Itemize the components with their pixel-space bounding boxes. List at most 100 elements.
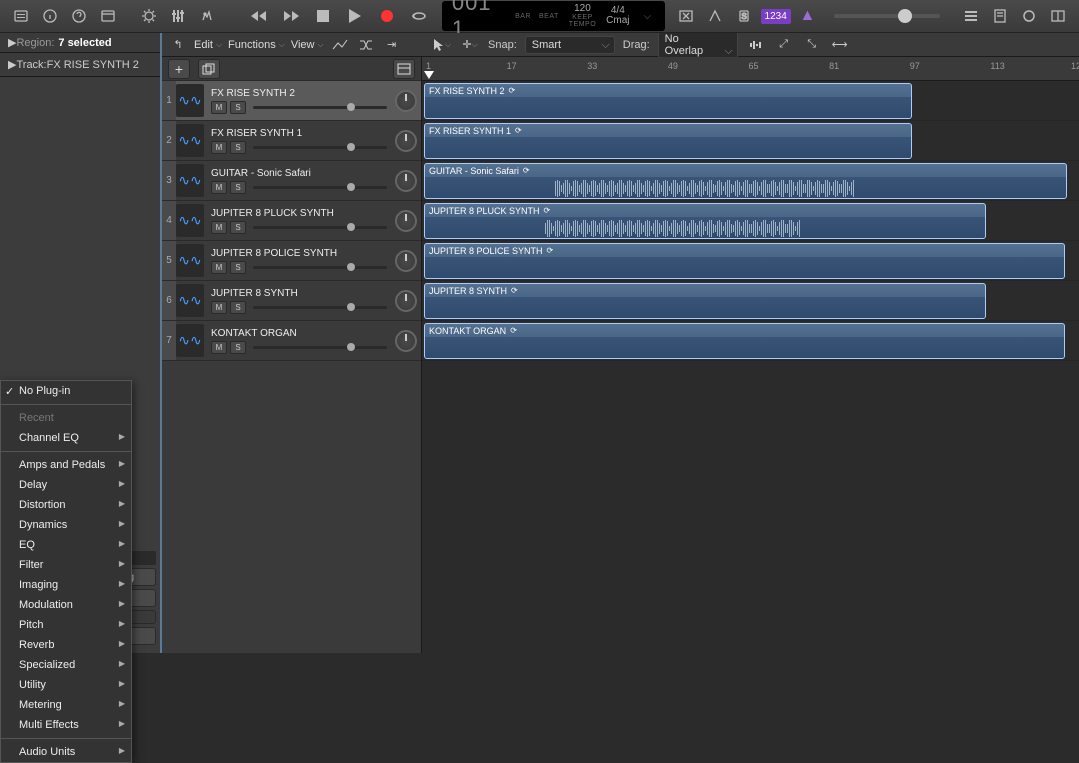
- track-header[interactable]: 3 ∿∿ GUITAR - Sonic Safari M S: [162, 161, 421, 201]
- tempo-value[interactable]: 120: [574, 4, 591, 14]
- add-track-button[interactable]: +: [168, 59, 190, 79]
- track-header[interactable]: 4 ∿∿ JUPITER 8 PLUCK SYNTH M S: [162, 201, 421, 241]
- editors-icon[interactable]: [195, 4, 220, 28]
- pan-knob[interactable]: [395, 250, 417, 272]
- region-info-bar[interactable]: ▶ Region: 7 selected: [0, 33, 160, 53]
- catch-icon[interactable]: ⇥: [382, 36, 402, 54]
- menu-category[interactable]: Amps and Pedals: [1, 455, 131, 475]
- menu-category[interactable]: Pitch: [1, 615, 131, 635]
- flex-icon[interactable]: [356, 36, 376, 54]
- volume-slider[interactable]: [253, 266, 387, 269]
- solo-button[interactable]: S: [230, 341, 246, 354]
- menu-category[interactable]: Metering: [1, 695, 131, 715]
- playhead-icon[interactable]: [424, 71, 434, 79]
- menu-channel-eq[interactable]: Channel EQ: [1, 428, 131, 448]
- play-button[interactable]: [340, 4, 370, 28]
- disclosure-icon[interactable]: ▶: [8, 58, 16, 71]
- track-type-icon[interactable]: ∿∿: [176, 204, 204, 237]
- marquee-tool-icon[interactable]: ✛⌵: [460, 36, 480, 54]
- mixer-icon[interactable]: [166, 4, 191, 28]
- mute-button[interactable]: M: [211, 341, 227, 354]
- functions-menu[interactable]: Functions⌵: [228, 39, 285, 51]
- mute-button[interactable]: M: [211, 221, 227, 234]
- pan-knob[interactable]: [395, 130, 417, 152]
- track-header[interactable]: 6 ∿∿ JUPITER 8 SYNTH M S: [162, 281, 421, 321]
- menu-category[interactable]: EQ: [1, 535, 131, 555]
- track-type-icon[interactable]: ∿∿: [176, 164, 204, 197]
- solo-button[interactable]: S: [230, 261, 246, 274]
- toolbar-toggle-icon[interactable]: [95, 4, 120, 28]
- record-button[interactable]: [372, 4, 402, 28]
- region[interactable]: FX RISER SYNTH 1⟳: [424, 123, 912, 159]
- volume-slider[interactable]: [253, 346, 387, 349]
- arrange-area[interactable]: 1173349658197113129 FX RISE SYNTH 2⟳ FX …: [422, 57, 1079, 653]
- zoom-slider-icon[interactable]: ⟷: [830, 36, 850, 54]
- pan-knob[interactable]: [395, 290, 417, 312]
- key-signature[interactable]: Cmaj: [606, 16, 629, 26]
- volume-slider[interactable]: [253, 106, 387, 109]
- volume-slider[interactable]: [253, 226, 387, 229]
- track-info-bar[interactable]: ▶ Track: FX RISE SYNTH 2: [0, 53, 160, 77]
- track-type-icon[interactable]: ∿∿: [176, 284, 204, 317]
- ruler[interactable]: 1173349658197113129: [422, 57, 1079, 81]
- track-type-icon[interactable]: ∿∿: [176, 244, 204, 277]
- edit-menu[interactable]: Edit⌵: [194, 39, 222, 51]
- mute-button[interactable]: M: [211, 141, 227, 154]
- waveform-zoom-icon[interactable]: [746, 36, 766, 54]
- pointer-tool-icon[interactable]: ⌵: [432, 36, 452, 54]
- snap-select[interactable]: Smart: [525, 36, 615, 54]
- stop-button[interactable]: [308, 4, 338, 28]
- horizontal-zoom-icon[interactable]: ⤡: [802, 36, 822, 54]
- track-header[interactable]: 5 ∿∿ JUPITER 8 POLICE SYNTH M S: [162, 241, 421, 281]
- replace-icon[interactable]: [673, 4, 698, 28]
- mute-button[interactable]: M: [211, 261, 227, 274]
- menu-category[interactable]: Multi Effects: [1, 715, 131, 735]
- global-tracks-button[interactable]: [393, 59, 415, 79]
- vertical-zoom-icon[interactable]: ⤢: [774, 36, 794, 54]
- autopunch-icon[interactable]: [702, 4, 727, 28]
- mute-button[interactable]: M: [211, 181, 227, 194]
- region[interactable]: JUPITER 8 PLUCK SYNTH⟳: [424, 203, 986, 239]
- region[interactable]: JUPITER 8 POLICE SYNTH⟳: [424, 243, 1065, 279]
- forward-button[interactable]: [276, 4, 306, 28]
- view-menu[interactable]: View⌵: [291, 39, 324, 51]
- menu-category[interactable]: Filter: [1, 555, 131, 575]
- notepad-icon[interactable]: [988, 4, 1013, 28]
- solo-button[interactable]: S: [230, 301, 246, 314]
- solo-button[interactable]: S: [230, 221, 246, 234]
- automation-icon[interactable]: [330, 36, 350, 54]
- mute-button[interactable]: M: [211, 101, 227, 114]
- library-icon[interactable]: [8, 4, 33, 28]
- back-icon[interactable]: ↰: [168, 36, 188, 54]
- tuner-icon[interactable]: ▲: [795, 4, 820, 28]
- volume-slider[interactable]: [253, 146, 387, 149]
- track-type-icon[interactable]: ∿∿: [176, 324, 204, 357]
- track-header[interactable]: 1 ∿∿ FX RISE SYNTH 2 M S: [162, 81, 421, 121]
- region[interactable]: KONTAKT ORGAN⟳: [424, 323, 1065, 359]
- mute-button[interactable]: M: [211, 301, 227, 314]
- drag-select[interactable]: No Overlap: [658, 33, 738, 60]
- duplicate-track-button[interactable]: [198, 59, 220, 79]
- pan-knob[interactable]: [395, 170, 417, 192]
- pan-knob[interactable]: [395, 210, 417, 232]
- volume-slider[interactable]: [253, 186, 387, 189]
- browsers-icon[interactable]: [1046, 4, 1071, 28]
- solo-button[interactable]: S: [230, 181, 246, 194]
- loops-icon[interactable]: [1017, 4, 1042, 28]
- track-type-icon[interactable]: ∿∿: [176, 84, 204, 117]
- master-volume-slider[interactable]: [834, 14, 940, 18]
- menu-category[interactable]: Modulation: [1, 595, 131, 615]
- inspector-icon[interactable]: [37, 4, 62, 28]
- menu-category[interactable]: Utility: [1, 675, 131, 695]
- volume-slider[interactable]: [253, 306, 387, 309]
- solo-button[interactable]: S: [230, 101, 246, 114]
- lcd-dropdown-icon[interactable]: ⌵: [639, 11, 655, 22]
- menu-category[interactable]: Reverb: [1, 635, 131, 655]
- track-type-icon[interactable]: ∿∿: [176, 124, 204, 157]
- solo-button[interactable]: S: [230, 141, 246, 154]
- menu-category[interactable]: Specialized: [1, 655, 131, 675]
- track-header[interactable]: 7 ∿∿ KONTAKT ORGAN M S: [162, 321, 421, 361]
- count-in-button[interactable]: 1234: [761, 9, 791, 24]
- quickhelp-icon[interactable]: [66, 4, 91, 28]
- rewind-button[interactable]: [244, 4, 274, 28]
